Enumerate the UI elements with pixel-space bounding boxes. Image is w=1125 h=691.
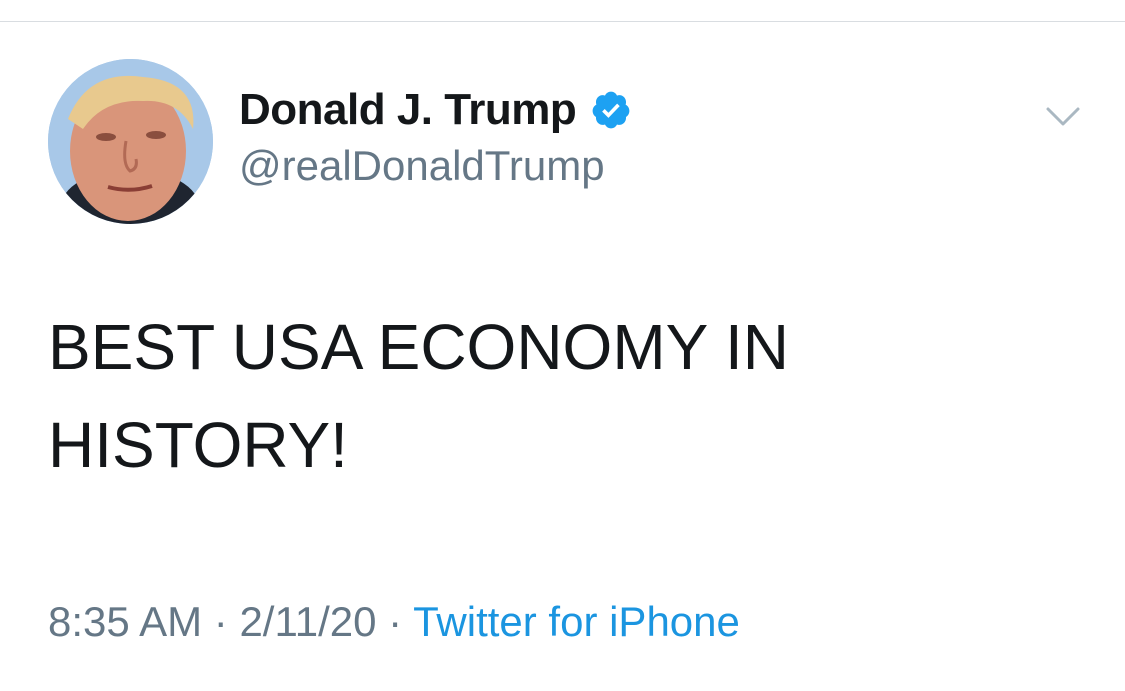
tweet-text-line: HISTORY! bbox=[48, 409, 348, 481]
chevron-down-icon[interactable] bbox=[1045, 105, 1081, 129]
meta-separator: · bbox=[213, 598, 228, 645]
display-name[interactable]: Donald J. Trump bbox=[239, 85, 577, 135]
avatar[interactable] bbox=[48, 59, 213, 224]
avatar-image bbox=[48, 59, 213, 224]
tweet-source-link[interactable]: Twitter for iPhone bbox=[413, 598, 740, 645]
meta-separator: · bbox=[388, 598, 403, 645]
tweet-text-line: BEST USA ECONOMY IN bbox=[48, 311, 789, 383]
tweet-time[interactable]: 8:35 AM bbox=[48, 598, 202, 645]
top-divider bbox=[0, 21, 1125, 22]
author-name-row[interactable]: Donald J. Trump bbox=[239, 84, 632, 136]
tweet-meta: 8:35 AM · 2/11/20 · Twitter for iPhone bbox=[48, 594, 740, 650]
tweet-text: BEST USA ECONOMY IN HISTORY! bbox=[48, 298, 1078, 494]
user-handle[interactable]: @realDonaldTrump bbox=[239, 142, 605, 190]
verified-badge-icon bbox=[592, 91, 630, 129]
tweet-date[interactable]: 2/11/20 bbox=[239, 598, 376, 645]
